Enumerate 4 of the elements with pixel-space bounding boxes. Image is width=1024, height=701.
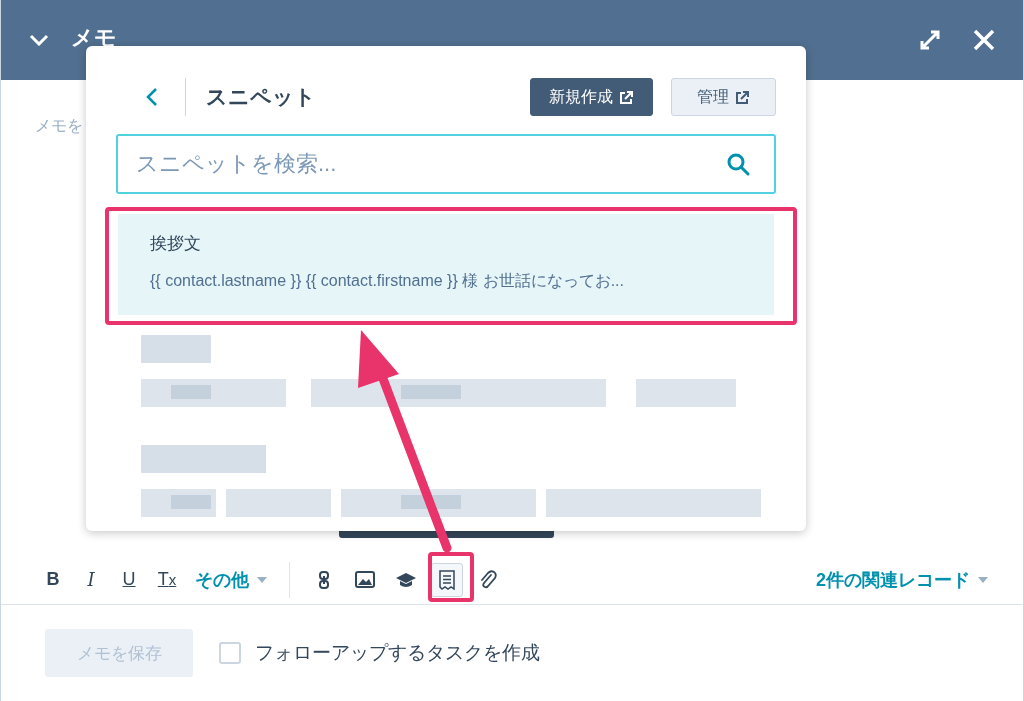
snippet-preview: {{ contact.lastname }} {{ contact.firstname }} 様 お世話になってお... [150,271,625,291]
checkbox-label: フォローアップするタスクを作成 [255,641,540,665]
snippet-title: 挨拶文 [150,233,202,255]
popup-title: スニペット [206,84,316,110]
